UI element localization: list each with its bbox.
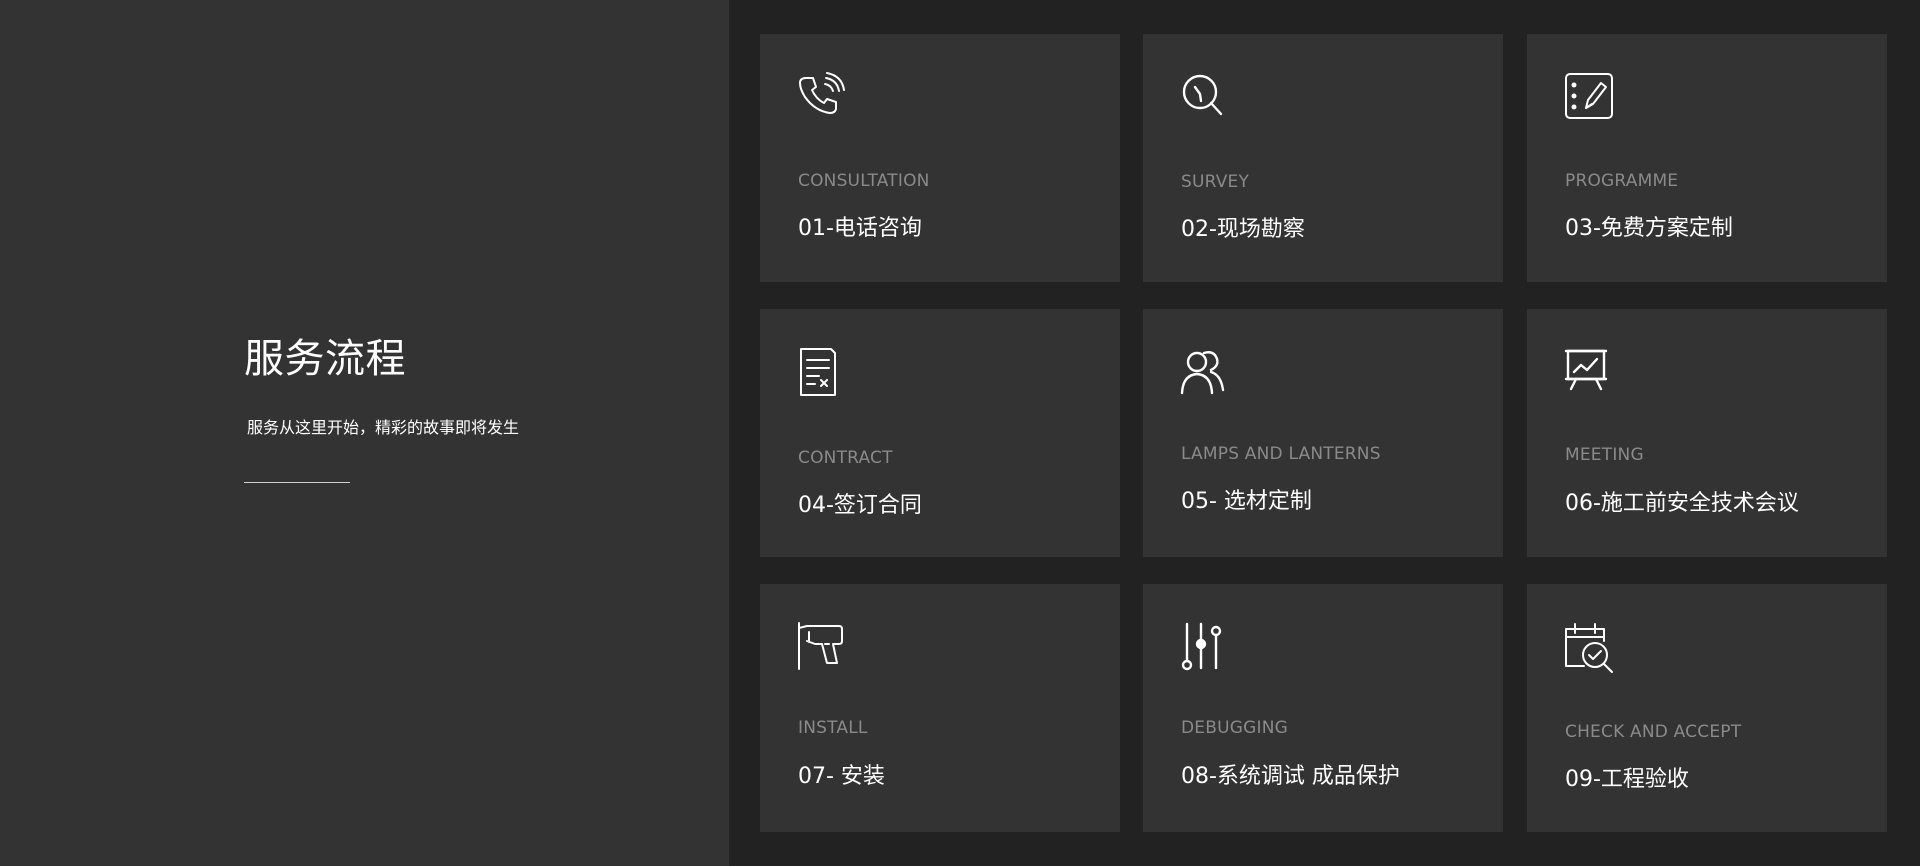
contract-icon bbox=[797, 347, 849, 399]
section-subtitle: 服务从这里开始，精彩的故事即将发生 bbox=[247, 418, 520, 437]
step-english-label: CONSULTATION bbox=[798, 171, 930, 191]
step-english-label: INSTALL bbox=[798, 718, 868, 738]
step-chinese-label: 09-工程验收 bbox=[1565, 767, 1689, 792]
service-process-page: 服务流程 服务从这里开始，精彩的故事即将发生 CONSULTATION 01-电… bbox=[0, 0, 1920, 866]
step-card-contract[interactable]: CONTRACT 04-签订合同 bbox=[760, 309, 1120, 557]
step-chinese-label: 04-签订合同 bbox=[798, 493, 922, 518]
calendar-check-icon bbox=[1564, 622, 1616, 674]
users-icon bbox=[1180, 347, 1232, 399]
drill-icon bbox=[797, 622, 849, 674]
step-card-programme[interactable]: PROGRAMME 03-免费方案定制 bbox=[1527, 34, 1887, 282]
step-english-label: CONTRACT bbox=[798, 448, 893, 468]
step-card-lamps-and-lanterns[interactable]: LAMPS AND LANTERNS 05- 选材定制 bbox=[1143, 309, 1503, 557]
step-chinese-label: 07- 安装 bbox=[798, 764, 885, 789]
step-card-meeting[interactable]: MEETING 06-施工前安全技术会议 bbox=[1527, 309, 1887, 557]
step-card-consultation[interactable]: CONSULTATION 01-电话咨询 bbox=[760, 34, 1120, 282]
step-english-label: LAMPS AND LANTERNS bbox=[1181, 444, 1381, 464]
step-english-label: DEBUGGING bbox=[1181, 718, 1288, 738]
step-chinese-label: 06-施工前安全技术会议 bbox=[1565, 491, 1799, 516]
step-chinese-label: 08-系统调试 成品保护 bbox=[1181, 764, 1400, 789]
step-english-label: SURVEY bbox=[1181, 172, 1250, 192]
magnifier-icon bbox=[1180, 72, 1232, 124]
section-title: 服务流程 bbox=[244, 336, 406, 382]
step-chinese-label: 03-免费方案定制 bbox=[1565, 216, 1733, 241]
phone-icon bbox=[797, 72, 849, 124]
intro-panel: 服务流程 服务从这里开始，精彩的故事即将发生 bbox=[0, 0, 729, 866]
step-card-check-and-accept[interactable]: CHECK AND ACCEPT 09-工程验收 bbox=[1527, 584, 1887, 832]
step-card-survey[interactable]: SURVEY 02-现场勘察 bbox=[1143, 34, 1503, 282]
step-card-debugging[interactable]: DEBUGGING 08-系统调试 成品保护 bbox=[1143, 584, 1503, 832]
step-english-label: PROGRAMME bbox=[1565, 171, 1679, 191]
presentation-board-icon bbox=[1564, 347, 1616, 399]
step-chinese-label: 01-电话咨询 bbox=[798, 216, 922, 241]
step-english-label: MEETING bbox=[1565, 445, 1644, 465]
step-card-install[interactable]: INSTALL 07- 安装 bbox=[760, 584, 1120, 832]
step-chinese-label: 02-现场勘察 bbox=[1181, 217, 1305, 242]
step-english-label: CHECK AND ACCEPT bbox=[1565, 722, 1742, 742]
title-divider bbox=[244, 482, 350, 483]
edit-list-icon bbox=[1564, 72, 1616, 124]
sliders-icon bbox=[1180, 622, 1232, 674]
process-grid: CONSULTATION 01-电话咨询 SURVEY 02-现场勘察 PROG… bbox=[729, 0, 1920, 866]
step-chinese-label: 05- 选材定制 bbox=[1181, 489, 1312, 514]
